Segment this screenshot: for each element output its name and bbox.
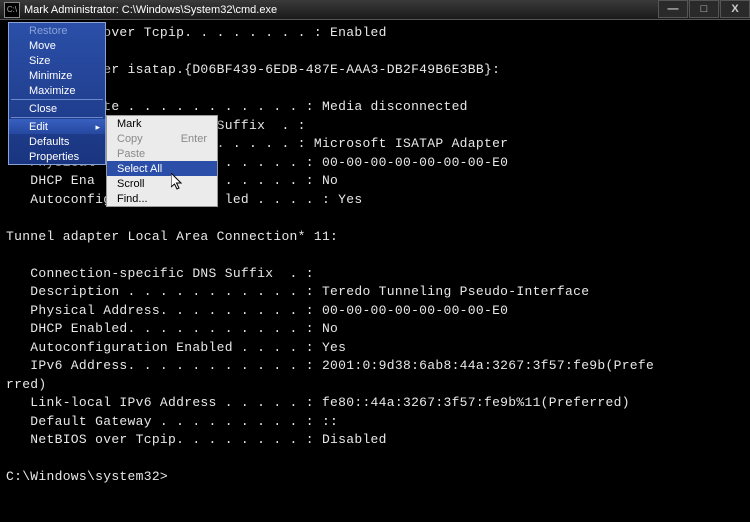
console-line: C:\Windows\system32> — [6, 468, 744, 487]
system-menu-item-defaults[interactable]: Defaults — [9, 134, 105, 149]
menu-item-label: Find... — [117, 193, 148, 205]
console-line — [6, 43, 744, 62]
console-line: rred) — [6, 376, 744, 395]
console-line — [6, 246, 744, 265]
system-menu-item-minimize[interactable]: Minimize — [9, 68, 105, 83]
menu-item-label: Paste — [117, 148, 145, 160]
minimize-button[interactable]: — — [658, 0, 688, 18]
system-menu: RestoreMoveSizeMinimizeMaximize Close Edit… — [8, 22, 106, 165]
mouse-cursor-icon — [171, 173, 185, 191]
system-menu-item-close[interactable]: Close — [9, 101, 105, 116]
app-icon[interactable]: C:\ — [4, 2, 20, 18]
close-button[interactable]: X — [720, 0, 750, 18]
console-line: Tunnel adapter Local Area Connection* 11… — [6, 228, 744, 247]
window-title: Mark Administrator: C:\Windows\System32\… — [24, 4, 277, 16]
console-line: Description . . . . . . . . . . . : Tere… — [6, 283, 744, 302]
menu-item-label: Copy — [117, 133, 143, 145]
console-line — [6, 80, 744, 99]
titlebar[interactable]: C:\ Mark Administrator: C:\Windows\Syste… — [0, 0, 750, 20]
console-line: DHCP Enabled. . . . . . . . . . . : No — [6, 320, 744, 339]
menu-item-label: Scroll — [117, 178, 145, 190]
menu-separator — [11, 117, 103, 118]
system-menu-item-maximize[interactable]: Maximize — [9, 83, 105, 98]
menu-separator — [11, 99, 103, 100]
console-line: IPv6 Address. . . . . . . . . . . : 2001… — [6, 357, 744, 376]
console-line: ter isatap.{D06BF439-6EDB-487E-AAA3-DB2F… — [6, 61, 744, 80]
console-line: Autoconfiguration Enabled . . . . : Yes — [6, 339, 744, 358]
edit-menu-item-scroll[interactable]: Scroll — [107, 176, 217, 191]
console-line — [6, 209, 744, 228]
system-menu-item-size[interactable]: Size — [9, 53, 105, 68]
menu-item-label: Mark — [117, 118, 141, 130]
edit-menu-item-paste: Paste — [107, 146, 217, 161]
edit-submenu: Mark Copy Enter Paste Select All Scroll Find..… — [106, 115, 218, 207]
console-line: Default Gateway . . . . . . . . . : :: — [6, 413, 744, 432]
console-line: NetBIOS over Tcpip. . . . . . . . : Disa… — [6, 431, 744, 450]
system-menu-item-properties[interactable]: Properties — [9, 149, 105, 164]
edit-menu-item-copy: Copy Enter — [107, 131, 217, 146]
window-buttons: — □ X — [657, 0, 750, 20]
console-line: Physical Address. . . . . . . . . : 00-0… — [6, 302, 744, 321]
system-menu-item-restore: Restore — [9, 23, 105, 38]
edit-menu-item-select-all[interactable]: Select All — [107, 161, 217, 176]
console-line: ate . . . . . . . . . . . : Media discon… — [6, 98, 744, 117]
system-menu-item-edit[interactable]: Edit — [9, 119, 105, 134]
menu-item-label: Select All — [117, 163, 162, 175]
console-line: Link-local IPv6 Address . . . . . : fe80… — [6, 394, 744, 413]
edit-menu-item-find-[interactable]: Find... — [107, 191, 217, 206]
system-menu-item-move[interactable]: Move — [9, 38, 105, 53]
menu-item-shortcut: Enter — [181, 132, 207, 146]
edit-menu-item-mark[interactable]: Mark — [107, 116, 217, 131]
console-line: over Tcpip. . . . . . . . : Enabled — [6, 24, 744, 43]
console-output[interactable]: over Tcpip. . . . . . . . : Enabled ter … — [0, 20, 750, 491]
console-line: Connection-specific DNS Suffix . : — [6, 265, 744, 284]
console-line — [6, 450, 744, 469]
maximize-button[interactable]: □ — [689, 0, 719, 18]
